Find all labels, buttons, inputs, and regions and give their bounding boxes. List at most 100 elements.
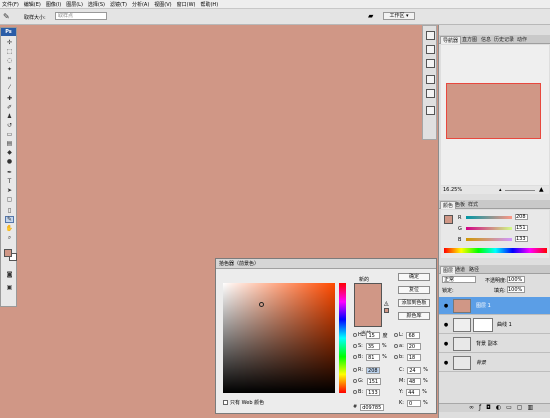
l-radio[interactable] (394, 333, 398, 337)
sat-field[interactable]: 35 (365, 342, 380, 350)
tab-styles[interactable]: 样式 (466, 201, 480, 209)
menu-analysis[interactable]: 分析(A) (132, 1, 149, 8)
menu-view[interactable]: 视图(V) (154, 1, 171, 8)
menu-help[interactable]: 帮助(H) (200, 1, 218, 8)
saturation-brightness-field[interactable] (223, 283, 335, 393)
a-radio[interactable] (394, 344, 398, 348)
zoom-out-icon[interactable]: ▴ (499, 187, 502, 193)
group-icon[interactable]: ▭ (506, 404, 517, 411)
adjustment-layer-icon[interactable]: ◐ (496, 404, 506, 411)
cyan-field[interactable]: 24 (407, 366, 422, 374)
dodge-tool-icon[interactable]: ● (5, 158, 14, 165)
stamp-tool-icon[interactable]: ♟ (5, 113, 14, 120)
lasso-tool-icon[interactable]: ◌ (5, 57, 14, 64)
tab-actions[interactable]: 动作 (515, 36, 529, 44)
picker-cursor[interactable] (259, 302, 264, 307)
hue-slider[interactable] (339, 283, 346, 393)
zoom-tool-icon[interactable]: ⌕ (5, 234, 14, 241)
hue-field[interactable]: 15 (366, 331, 381, 339)
slice-tool-icon[interactable]: ⁄ (5, 84, 14, 91)
current-color-swatch[interactable] (354, 305, 382, 327)
g-value[interactable]: 151 (515, 225, 528, 231)
bright-radio[interactable] (353, 355, 357, 359)
eyedropper-tool-icon[interactable]: ✎ (5, 216, 14, 223)
color-panel-foreground-swatch[interactable] (444, 215, 453, 224)
lab-b-radio[interactable] (394, 355, 398, 359)
type-tool-icon[interactable]: T (5, 178, 14, 185)
crop-tool-icon[interactable]: ⌗ (5, 75, 14, 82)
menu-layer[interactable]: 图层(L) (66, 1, 83, 8)
r-value[interactable]: 208 (515, 214, 528, 220)
workspace-button[interactable]: 工作区 ▾ (383, 12, 415, 20)
layer-row[interactable]: ● 背景 副本 (439, 335, 550, 353)
paragraph-icon[interactable] (426, 89, 435, 98)
green-field[interactable]: 151 (366, 377, 381, 385)
lab-b-field[interactable]: 18 (406, 353, 421, 361)
web-only-checkbox[interactable] (223, 399, 228, 405)
blue-field[interactable]: 133 (366, 388, 381, 396)
reset-button[interactable]: 复位 (398, 286, 430, 294)
notes-tool-icon[interactable]: ▯ (5, 207, 14, 214)
brush-tool-icon[interactable]: ✐ (5, 104, 14, 111)
tab-histogram[interactable]: 直方图 (460, 36, 479, 44)
black-field[interactable]: 0 (406, 399, 421, 407)
g-slider[interactable] (466, 227, 512, 230)
layer-row[interactable]: ● 背景 (439, 354, 550, 372)
tab-info[interactable]: 信息 (479, 36, 493, 44)
yellow-field[interactable]: 44 (406, 388, 421, 396)
a-field[interactable]: 20 (406, 342, 421, 350)
navigator-preview[interactable] (446, 83, 541, 139)
bright-field[interactable]: 81 (366, 353, 381, 361)
layer-row[interactable]: ● 曲线 1 (439, 316, 550, 334)
new-layer-icon[interactable]: ▢ (517, 404, 528, 411)
gradient-tool-icon[interactable]: ▤ (5, 140, 14, 147)
l-field[interactable]: 68 (406, 331, 421, 339)
hex-field[interactable]: d09785 (360, 403, 385, 411)
sample-size-select[interactable]: 取样点 (55, 12, 107, 20)
zoom-slider[interactable] (505, 190, 535, 191)
path-selection-tool-icon[interactable]: ➤ (5, 187, 14, 194)
b-slider[interactable] (466, 238, 512, 241)
menu-image[interactable]: 图像(I) (46, 1, 61, 8)
tab-navigator[interactable]: 导航器 (440, 36, 462, 44)
red-field[interactable]: 208 (366, 366, 381, 374)
mask-icon[interactable]: ◘ (486, 404, 496, 411)
hue-radio[interactable] (353, 333, 357, 337)
move-tool-icon[interactable]: ✢ (5, 39, 14, 46)
blur-tool-icon[interactable]: ◆ (5, 149, 14, 156)
healing-tool-icon[interactable]: ✚ (5, 95, 14, 102)
opacity-value[interactable]: 100% (507, 276, 525, 283)
brushes-icon[interactable] (426, 45, 435, 54)
eraser-tool-icon[interactable]: ▭ (5, 131, 14, 138)
eyedropper-icon[interactable]: ✎ (3, 12, 10, 21)
color-ramp[interactable] (444, 248, 547, 253)
blend-mode-select[interactable]: 正常 (442, 276, 476, 283)
magenta-field[interactable]: 48 (407, 377, 421, 385)
screen-mode-icon[interactable]: ▣ (5, 284, 14, 291)
link-layers-icon[interactable]: ∞ (469, 404, 479, 411)
web-color-swatch[interactable] (384, 308, 389, 313)
menu-window[interactable]: 窗口(W) (177, 1, 196, 8)
add-to-swatches-button[interactable]: 添加到色板 (398, 299, 430, 307)
hand-tool-icon[interactable]: ✋ (5, 225, 14, 232)
quick-mask-icon[interactable]: ◙ (5, 271, 14, 278)
sat-radio[interactable] (353, 344, 357, 348)
tab-paths[interactable]: 路径 (467, 266, 481, 274)
layer-comps-icon[interactable] (426, 106, 435, 115)
marquee-tool-icon[interactable]: ⬚ (5, 48, 14, 55)
shape-tool-icon[interactable]: ▢ (5, 196, 14, 203)
magic-wand-tool-icon[interactable]: ✦ (5, 66, 14, 73)
history-brush-tool-icon[interactable]: ↺ (5, 122, 14, 129)
character-icon[interactable] (426, 75, 435, 84)
pen-tool-icon[interactable]: ✒ (5, 169, 14, 176)
visibility-eye-icon[interactable]: ● (442, 303, 450, 309)
visibility-eye-icon[interactable]: ● (442, 341, 450, 347)
menu-edit[interactable]: 编辑(E) (24, 1, 41, 8)
tab-history[interactable]: 历史记录 (492, 36, 516, 44)
tab-swatches[interactable]: 色板 (453, 201, 467, 209)
trash-icon[interactable]: ▥ (527, 404, 538, 411)
gamut-warning-icon[interactable]: ◬ (384, 300, 389, 307)
layer-row[interactable]: ● 图层 1 (439, 297, 550, 315)
blue-radio[interactable] (353, 390, 357, 394)
foreground-color-swatch[interactable] (4, 249, 12, 257)
